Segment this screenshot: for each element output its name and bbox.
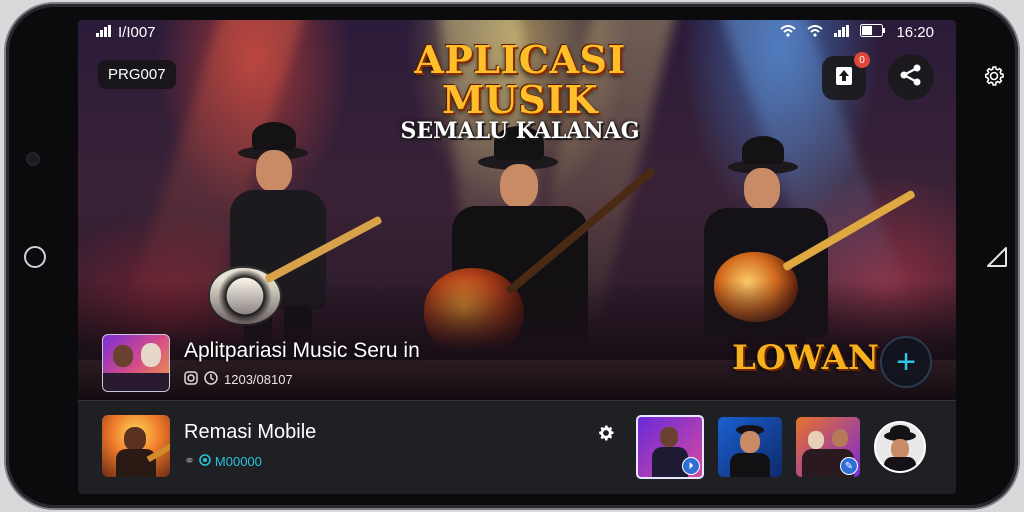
phone-frame: I/I007 16:20 PRG007 APLICASI MUSIK SEMAL… <box>6 4 1018 508</box>
mini-thumb-1-badge: ⏵ <box>682 457 700 475</box>
clock: 16:20 <box>896 24 934 41</box>
notification-badge: 0 <box>854 52 870 68</box>
status-left-text: I/I007 <box>118 24 156 41</box>
home-circle-button[interactable] <box>24 246 46 268</box>
system-settings-gear-icon[interactable] <box>982 64 1006 93</box>
code-badge[interactable]: PRG007 <box>98 60 176 89</box>
title-main: APLICASI MUSIK <box>414 37 626 122</box>
signal-icon <box>834 24 850 41</box>
featured-track-meta-text: 1203/08107 <box>224 371 293 387</box>
front-camera <box>28 154 38 164</box>
now-playing-meta: ⚭ M00000 <box>184 453 262 469</box>
featured-track[interactable]: Aplitpariasi Music Seru in 1203/08107 <box>102 334 420 392</box>
app-title-logo: APLICASI MUSIK SEMALU KALANAG <box>370 37 670 145</box>
share-button[interactable] <box>888 54 934 100</box>
mini-thumb-1[interactable]: ⏵ <box>636 415 704 479</box>
mini-thumb-2[interactable] <box>718 417 782 477</box>
app-screen: I/I007 16:20 PRG007 APLICASI MUSIK SEMAL… <box>78 20 956 494</box>
clock-icon <box>204 370 218 388</box>
plus-icon: + <box>896 343 916 381</box>
back-triangle-icon[interactable] <box>986 246 1008 273</box>
wifi-icon <box>780 24 797 41</box>
upload-icon <box>834 65 854 92</box>
featured-track-meta: 1203/08107 <box>184 370 420 388</box>
now-playing-thumbnail[interactable] <box>102 415 170 477</box>
upload-button[interactable]: 0 <box>822 52 870 100</box>
share-icon <box>898 62 924 93</box>
wifi-icon <box>806 24 824 41</box>
now-playing-title[interactable]: Remasi Mobile <box>184 421 316 444</box>
mini-thumb-3-badge: ✎ <box>840 457 858 475</box>
title-sub: SEMALU KALANAG <box>400 118 640 144</box>
settings-gear-icon[interactable] <box>596 423 616 448</box>
signal-icon <box>96 24 112 41</box>
mini-thumb-3[interactable]: ✎ <box>796 417 860 477</box>
add-button[interactable]: + <box>880 336 932 388</box>
cta-label[interactable]: LOWAN <box>732 338 879 378</box>
now-playing-bar[interactable]: Remasi Mobile ⚭ M00000 ⏵ ✎ <box>78 400 956 494</box>
camera-icon <box>184 370 198 388</box>
featured-track-title[interactable]: Aplitpariasi Music Seru in <box>184 339 420 363</box>
recent-thumbnails: ⏵ ✎ <box>636 415 926 479</box>
featured-track-thumbnail[interactable] <box>102 334 170 392</box>
now-playing-meta-text: M00000 <box>214 453 262 469</box>
hero-banner[interactable]: I/I007 16:20 PRG007 APLICASI MUSIK SEMAL… <box>78 20 956 400</box>
battery-icon <box>860 24 886 41</box>
record-icon <box>199 453 211 469</box>
link-icon: ⚭ <box>184 453 195 468</box>
avatar[interactable] <box>874 421 926 473</box>
